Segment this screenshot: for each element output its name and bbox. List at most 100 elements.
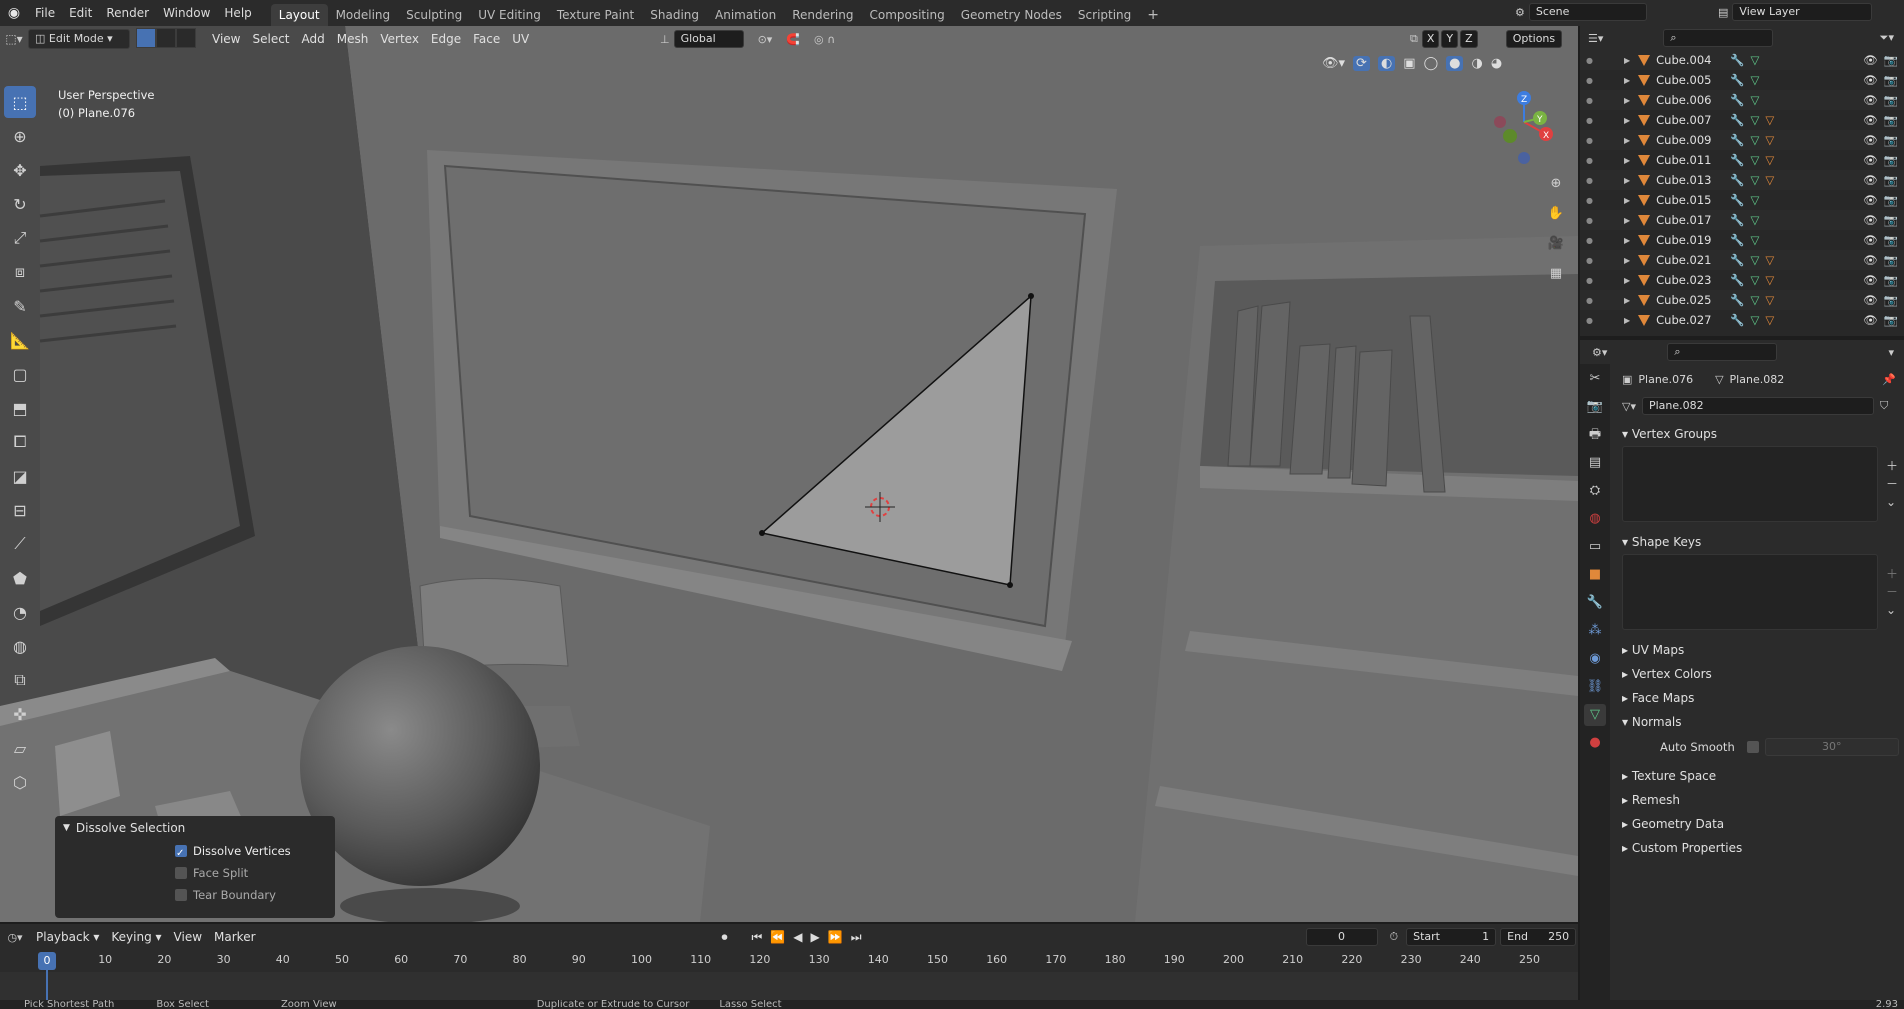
mesh-data-icon[interactable]: ▽ xyxy=(1750,133,1759,147)
constraints-tab-icon[interactable]: ⛓ xyxy=(1584,676,1606,698)
expand-arrow-icon[interactable]: ▶ xyxy=(1624,176,1630,185)
vertex-groups-list[interactable] xyxy=(1622,446,1878,522)
visibility-dot-icon[interactable]: ● xyxy=(1586,316,1600,325)
smooth-icon[interactable]: ◍ xyxy=(4,630,36,662)
hide-eye-icon[interactable]: 👁 xyxy=(1863,253,1878,267)
frame-ruler[interactable]: 0 10 20 30 40 50 60 70 80 90 100 110 120 130 140 150 160… xyxy=(0,950,1578,972)
face-split-checkbox[interactable] xyxy=(175,867,187,879)
timeline-editor-icon[interactable]: ◷▾ xyxy=(0,931,30,944)
tool-tab-icon[interactable]: ✂ xyxy=(1584,368,1606,390)
mirror-z-toggle[interactable]: Z xyxy=(1460,30,1478,48)
shrink-fatten-icon[interactable]: ✜ xyxy=(4,698,36,730)
scale-tool-icon[interactable]: ⤢ xyxy=(4,222,36,254)
expand-arrow-icon[interactable]: ▶ xyxy=(1624,316,1630,325)
annotate-tool-icon[interactable]: ✎ xyxy=(4,290,36,322)
modifier-wrench-icon[interactable]: 🔧 xyxy=(1730,233,1744,247)
outliner-row[interactable]: ● ▶ Cube.009 🔧 ▽ ▽ 👁 📷 xyxy=(1580,130,1904,150)
render-camera-icon[interactable]: 📷 xyxy=(1884,153,1898,167)
modifier-wrench-icon[interactable]: 🔧 xyxy=(1730,293,1744,307)
menu-select[interactable]: Select xyxy=(246,29,295,49)
mesh-data-icon[interactable]: ▽ xyxy=(1750,293,1759,307)
visibility-dot-icon[interactable]: ● xyxy=(1586,256,1600,265)
gizmo-toggle-icon[interactable]: ⟳ xyxy=(1353,56,1370,71)
visibility-dot-icon[interactable]: ● xyxy=(1586,96,1600,105)
mirror-x-toggle[interactable]: X xyxy=(1421,30,1440,48)
expand-arrow-icon[interactable]: ▶ xyxy=(1624,256,1630,265)
outliner-row[interactable]: ● ▶ Cube.023 🔧 ▽ ▽ 👁 📷 xyxy=(1580,270,1904,290)
remove-vertex-group-icon[interactable]: － xyxy=(1886,475,1898,493)
material-icon[interactable]: ▽ xyxy=(1765,293,1774,307)
mesh-data-icon[interactable]: ▽ xyxy=(1750,93,1759,107)
auto-smooth-angle-field[interactable]: 30° xyxy=(1764,738,1899,756)
render-camera-icon[interactable]: 📷 xyxy=(1884,313,1898,327)
solid-shading-icon[interactable]: ● xyxy=(1446,56,1464,71)
modifier-wrench-icon[interactable]: 🔧 xyxy=(1730,193,1744,207)
camera-view-icon[interactable]: 🎥 xyxy=(1543,230,1569,256)
fake-user-icon[interactable]: ⛉ xyxy=(1880,399,1888,413)
tear-boundary-option[interactable]: Tear Boundary xyxy=(175,884,335,906)
visibility-dot-icon[interactable]: ● xyxy=(1586,196,1600,205)
normals-panel-header[interactable]: ▾ Normals xyxy=(1614,710,1904,734)
menu-add[interactable]: Add xyxy=(296,29,331,49)
outliner-row[interactable]: ● ▶ Cube.025 🔧 ▽ ▽ 👁 📷 xyxy=(1580,290,1904,310)
outliner-editor-icon[interactable]: ☰▾ xyxy=(1588,32,1603,45)
properties-editor-icon[interactable]: ⚙▾ xyxy=(1592,346,1607,359)
menu-view[interactable]: View xyxy=(206,29,246,49)
overlay-toggle-icon[interactable]: ◐ xyxy=(1377,56,1396,71)
auto-smooth-checkbox[interactable] xyxy=(1746,741,1759,753)
mesh-data-icon[interactable]: ▽ xyxy=(1750,213,1759,227)
outliner-row[interactable]: ● ▶ Cube.007 🔧 ▽ ▽ 👁 📷 xyxy=(1580,110,1904,130)
end-frame-field[interactable]: End 250 xyxy=(1500,928,1577,946)
expand-arrow-icon[interactable]: ▶ xyxy=(1624,216,1630,225)
knife-icon[interactable]: ⟋ xyxy=(4,528,36,560)
editor-type-icon[interactable]: ⬚▾ xyxy=(0,32,28,46)
options-button[interactable]: Options xyxy=(1505,30,1563,48)
expand-arrow-icon[interactable]: ▶ xyxy=(1624,76,1630,85)
shape-keys-panel-header[interactable]: ▾ Shape Keys xyxy=(1614,530,1904,554)
tab-compositing[interactable]: Compositing xyxy=(861,4,952,26)
render-camera-icon[interactable]: 📷 xyxy=(1884,193,1898,207)
select-box-icon[interactable]: ⬚ xyxy=(4,86,36,118)
mesh-name-field[interactable]: Plane.082 xyxy=(1641,397,1874,415)
vertex-groups-panel-header[interactable]: ▾ Vertex Groups xyxy=(1614,422,1904,446)
modifier-wrench-icon[interactable]: 🔧 xyxy=(1730,213,1744,227)
outliner-row[interactable]: ● ▶ Cube.017 🔧 ▽ 👁 📷 xyxy=(1580,210,1904,230)
3d-viewport[interactable] xyxy=(0,26,1578,922)
mesh-data-icon[interactable]: ▽ xyxy=(1750,273,1759,287)
visibility-dot-icon[interactable]: ● xyxy=(1586,136,1600,145)
material-icon[interactable]: ▽ xyxy=(1765,273,1774,287)
face-select-button[interactable] xyxy=(176,27,196,48)
modifier-wrench-icon[interactable]: 🔧 xyxy=(1730,153,1744,167)
mesh-data-icon[interactable]: ▽ xyxy=(1750,313,1759,327)
poly-build-icon[interactable]: ⬟ xyxy=(4,562,36,594)
dissolve-vertices-checkbox[interactable] xyxy=(175,843,187,865)
outliner-row[interactable]: ● ▶ Cube.011 🔧 ▽ ▽ 👁 📷 xyxy=(1580,150,1904,170)
tab-uv-editing[interactable]: UV Editing xyxy=(470,4,549,26)
blender-logo-icon[interactable]: ◉ xyxy=(0,5,28,21)
proportional-edit-icon[interactable]: ◎ ∩ xyxy=(814,33,835,46)
outliner-row[interactable]: ● ▶ Cube.015 🔧 ▽ 👁 📷 xyxy=(1580,190,1904,210)
cursor-tool-icon[interactable]: ⊕ xyxy=(4,120,36,152)
render-camera-icon[interactable]: 📷 xyxy=(1884,113,1898,127)
mesh-data-icon[interactable]: ▽ xyxy=(1750,193,1759,207)
render-camera-icon[interactable]: 📷 xyxy=(1884,253,1898,267)
visibility-dot-icon[interactable]: ● xyxy=(1586,216,1600,225)
outliner-object-name[interactable]: Cube.025 xyxy=(1656,293,1726,307)
material-icon[interactable]: ▽ xyxy=(1765,113,1774,127)
hide-eye-icon[interactable]: 👁 xyxy=(1863,173,1878,187)
outliner-object-name[interactable]: Cube.021 xyxy=(1656,253,1726,267)
render-camera-icon[interactable]: 📷 xyxy=(1884,273,1898,287)
mesh-data-icon[interactable]: ▽ xyxy=(1750,73,1759,87)
render-camera-icon[interactable]: 📷 xyxy=(1884,233,1898,247)
particles-tab-icon[interactable]: ⁂ xyxy=(1584,620,1606,642)
mesh-data-icon[interactable]: ▽ xyxy=(1750,153,1759,167)
vertex-group-menu-icon[interactable]: ⌄ xyxy=(1886,493,1898,511)
menu-vertex[interactable]: Vertex xyxy=(374,29,425,49)
scene-field[interactable]: Scene xyxy=(1528,3,1647,21)
expand-arrow-icon[interactable]: ▶ xyxy=(1624,116,1630,125)
hide-eye-icon[interactable]: 👁 xyxy=(1863,213,1878,227)
transform-tool-icon[interactable]: ⧈ xyxy=(4,256,36,288)
hide-eye-icon[interactable]: 👁 xyxy=(1863,133,1878,147)
next-keyframe-icon[interactable]: ⏩ xyxy=(828,930,843,944)
tab-geometry-nodes[interactable]: Geometry Nodes xyxy=(953,4,1070,26)
